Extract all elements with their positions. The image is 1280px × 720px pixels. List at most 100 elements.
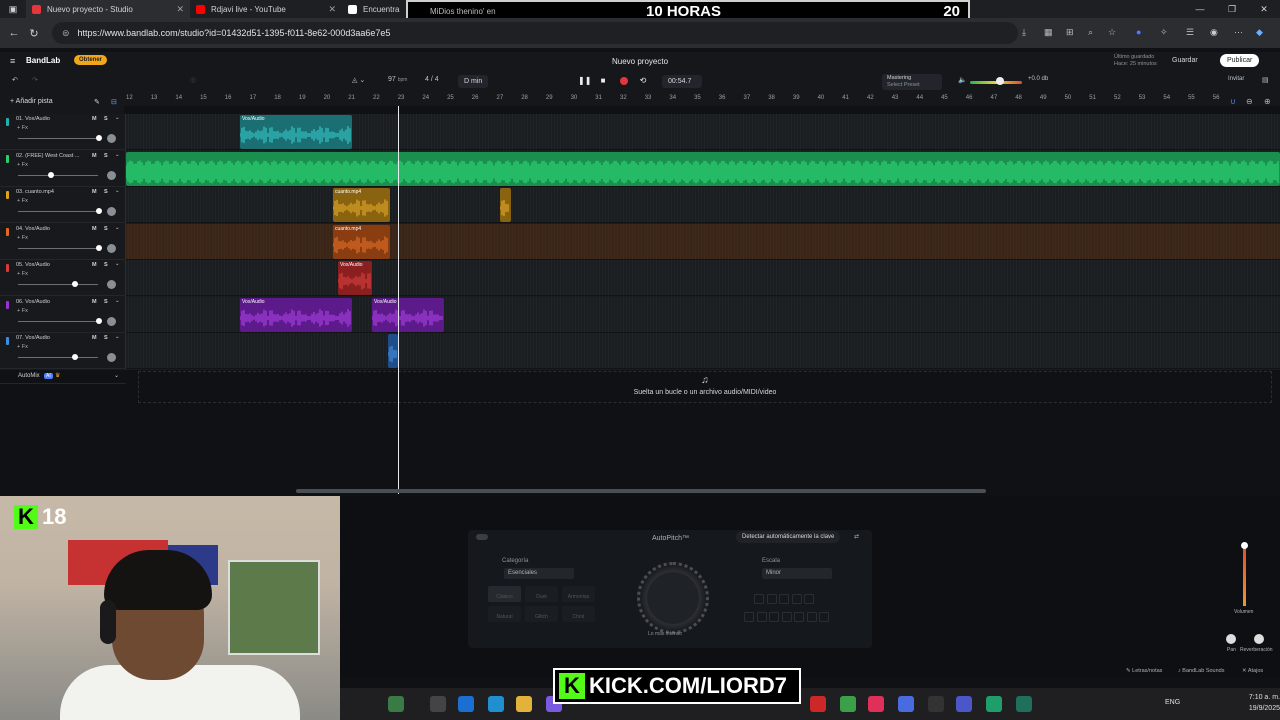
add-track-button[interactable]: + Añadir pista (10, 98, 53, 105)
timeline-ruler[interactable]: 12 13 14 15 16 17 18 19 20 21 22 23 24 25 26 27 28 29 30 31… (124, 92, 1280, 106)
volume-fader-knob[interactable] (1241, 542, 1248, 549)
track-pan-knob[interactable] (107, 170, 116, 180)
key-button[interactable] (806, 612, 817, 622)
tab-youtube[interactable]: Rdjavi live - YouTube ✕ (190, 0, 342, 18)
reverb-knob[interactable] (1254, 634, 1264, 644)
track-name[interactable]: 03. cuanto.mp4 (16, 189, 88, 195)
track-name[interactable]: 05. Vox/Audio (16, 262, 88, 268)
track-volume-slider[interactable] (18, 357, 98, 358)
zoom-in-icon[interactable]: ⊕ (1264, 97, 1271, 106)
track-volume-knob[interactable] (48, 171, 54, 178)
drop-zone[interactable]: ♫ Suelta un bucle o un archivo audio/MID… (138, 371, 1272, 403)
key-button[interactable] (819, 612, 829, 622)
track-volume-slider[interactable] (18, 247, 98, 249)
key-button[interactable] (794, 612, 804, 622)
minimize-icon[interactable]: — (1184, 0, 1216, 18)
invite-button[interactable]: Invitar (1228, 76, 1244, 82)
maximize-icon[interactable]: ❐ (1216, 0, 1248, 18)
site-info-icon[interactable]: ⊜ (62, 28, 70, 39)
track-volume-knob[interactable] (96, 135, 102, 141)
track-pan-knob[interactable] (107, 243, 116, 253)
audio-clip[interactable]: Vox/Audio (372, 297, 444, 332)
solo-button[interactable]: S (104, 335, 108, 341)
time-signature[interactable]: 4 / 4 (425, 76, 439, 83)
pan-knob[interactable] (1226, 634, 1236, 644)
project-title[interactable]: Nuevo proyecto (0, 57, 1280, 66)
back-icon[interactable]: ← (4, 27, 24, 39)
bpm-value[interactable]: 97 bpm (388, 76, 407, 83)
close-window-icon[interactable]: ✕ (1248, 0, 1280, 18)
audio-clip[interactable] (126, 151, 1280, 186)
mute-button[interactable]: M (92, 335, 97, 341)
key-button[interactable] (756, 612, 767, 622)
preset-button[interactable]: Choir (562, 606, 595, 622)
profile-avatar-icon[interactable]: ◉ (1210, 27, 1218, 38)
collections-icon[interactable]: ☰ (1186, 27, 1194, 38)
clock[interactable]: 7:10 a. m. 19/9/2025 (1216, 692, 1280, 714)
add-fx-button[interactable]: + Fx (17, 198, 28, 204)
key-button[interactable] (791, 594, 802, 604)
add-fx-button[interactable]: + Fx (17, 235, 28, 241)
track-header[interactable]: 01. Vox/Audio + Fx M S ⌄ (0, 114, 126, 150)
track-lane[interactable] (126, 223, 1280, 260)
preset-button[interactable]: Natural (488, 606, 521, 622)
solo-button[interactable]: S (104, 299, 108, 305)
app-icon[interactable] (810, 696, 826, 712)
chevron-down-icon[interactable]: ⌄ (114, 372, 119, 379)
track-volume-slider[interactable] (18, 284, 98, 285)
undo-icon[interactable]: ↶ (12, 76, 18, 84)
record-icon[interactable] (620, 77, 628, 85)
pause-icon[interactable]: ❚❚ (578, 76, 591, 86)
track-header[interactable]: 04. Vox/Audio + Fx M S ⌄ (0, 224, 126, 260)
track-name[interactable]: 02. (FREE) West Coast ... (16, 153, 88, 159)
track-volume-slider[interactable] (18, 211, 98, 212)
track-volume-slider[interactable] (18, 320, 98, 322)
track-name[interactable]: 01. Vox/Audio (16, 116, 88, 122)
store-icon[interactable] (458, 696, 474, 712)
key-button[interactable] (804, 594, 814, 604)
audio-clip[interactable] (500, 188, 511, 222)
tab-actions-icon[interactable]: ▣ (0, 4, 26, 15)
speaker-icon[interactable]: 🔈 (958, 76, 967, 84)
chevron-down-icon[interactable]: ⌄ (115, 225, 120, 231)
key-button[interactable] (779, 594, 789, 604)
track-pan-knob[interactable] (107, 134, 116, 143)
solo-button[interactable]: S (104, 262, 108, 268)
add-fx-button[interactable]: + Fx (17, 162, 28, 168)
track-name[interactable]: 07. Vox/Audio (16, 335, 88, 341)
mute-button[interactable]: M (92, 189, 97, 195)
track-lanes[interactable]: Vox/Audio cuanto.mp4 cuanto.mp4 Vox/Audio Vo… (126, 114, 1280, 370)
category-select[interactable]: Esenciales (504, 568, 574, 579)
detect-key-button[interactable]: Detectar automáticamente la clave (736, 531, 841, 543)
add-fx-button[interactable]: + Fx (17, 271, 28, 277)
language-indicator[interactable]: ENG (1165, 699, 1180, 706)
track-volume-knob[interactable] (72, 281, 78, 287)
loop-icon[interactable]: ⟲ (638, 76, 648, 86)
master-volume-knob[interactable] (996, 77, 1004, 85)
mastering-preset-button[interactable]: Mastering Select Preset (882, 74, 942, 90)
app-icon[interactable] (898, 696, 914, 712)
chevron-down-icon[interactable]: ⌄ (115, 152, 120, 158)
save-button[interactable]: Guardar (1166, 54, 1204, 67)
autopitch-knob[interactable] (637, 562, 709, 634)
lyrics-button[interactable]: ✎ Letras/notas (1126, 668, 1162, 674)
mute-button[interactable]: M (92, 299, 97, 305)
key-button[interactable] (754, 594, 764, 604)
audio-clip[interactable]: cuanto.mp4 (333, 224, 390, 259)
extension-icon[interactable]: ▦ (1044, 27, 1053, 38)
panel-toggle-icon[interactable]: ▤ (1262, 76, 1269, 84)
chevron-down-icon[interactable]: ⌄ (115, 334, 120, 340)
track-header[interactable]: 07. Vox/Audio + Fx M S ⌄ (0, 333, 126, 369)
tab-close-icon[interactable]: ✕ (328, 4, 336, 15)
mute-button[interactable]: M (92, 116, 97, 122)
bandlab-sounds-button[interactable]: ♪ BandLab Sounds (1178, 668, 1225, 674)
spreadsheet-icon[interactable] (986, 696, 1002, 712)
folder-icon[interactable] (516, 696, 532, 712)
settings-icon[interactable]: ⇄ (854, 533, 859, 540)
preset-button[interactable]: Clásico (488, 586, 521, 602)
preset-button[interactable]: Armonías (562, 586, 595, 602)
playhead[interactable] (398, 106, 399, 494)
preset-button[interactable]: Glitch (525, 606, 558, 622)
publish-button[interactable]: Publicar (1220, 54, 1260, 67)
copilot-icon[interactable]: ◆ (1256, 27, 1263, 38)
